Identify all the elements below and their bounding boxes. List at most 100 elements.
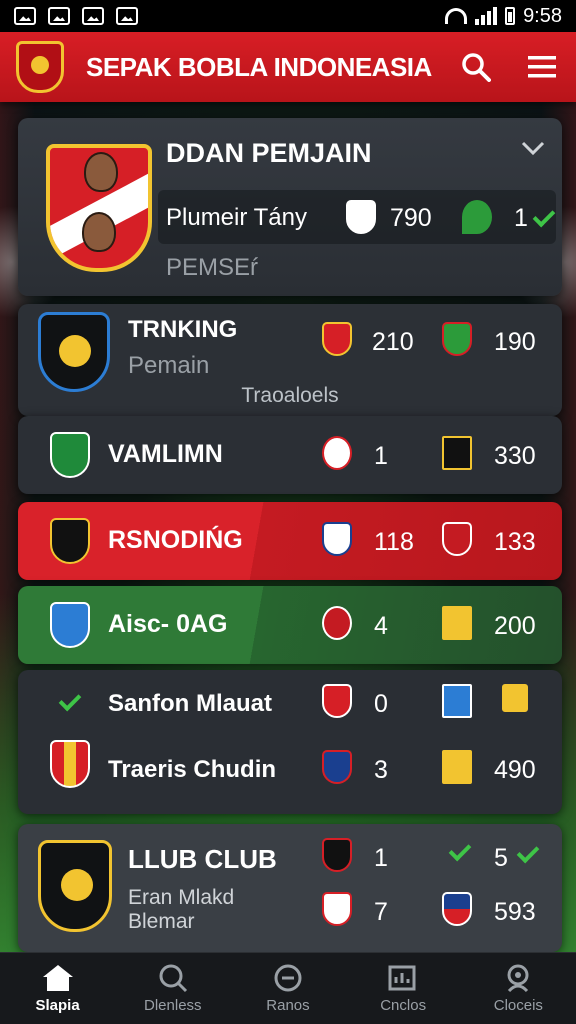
team-row[interactable]: VAMLIMN 1 330 xyxy=(18,416,562,494)
collapse-button[interactable] xyxy=(520,140,546,161)
ball-icon xyxy=(274,964,302,992)
club-badge-icon xyxy=(346,200,376,234)
nav-item-home[interactable]: Slapia xyxy=(3,963,113,1014)
team-row-highlighted[interactable]: Aisc- 0AG 4 200 xyxy=(18,586,562,664)
club-badge-icon xyxy=(322,750,352,784)
check-icon xyxy=(448,838,472,862)
team-crest xyxy=(50,602,90,648)
club-badge-icon xyxy=(322,522,352,556)
section-label: Traoaloels xyxy=(241,384,339,407)
team-stat: 0 xyxy=(374,690,388,718)
team-row-highlighted[interactable]: RSNODIŃG 118 133 xyxy=(18,502,562,580)
player-avatar xyxy=(82,212,116,252)
nav-label: Cloceis xyxy=(493,997,543,1014)
player-name: Plumeir Tány xyxy=(166,204,307,231)
team-stat: 1 xyxy=(374,442,388,470)
card-subtitle: PEMSEŕ xyxy=(166,254,259,281)
player-stat: 1 xyxy=(514,204,528,232)
main-content: DDAN PEMJAIN Plumeir Tány 790 1 PEMSEŕ T… xyxy=(18,118,562,952)
team-name: RSNODIŃG xyxy=(108,526,243,554)
team-stat: 490 xyxy=(494,756,536,784)
location-pin-icon xyxy=(462,200,492,234)
nav-item-matches[interactable]: Ranos xyxy=(233,963,343,1014)
team-name: Aisc- 0AG xyxy=(108,610,228,638)
signal-icon xyxy=(475,7,498,25)
status-bar: 9:58 xyxy=(0,0,576,32)
club-badge-icon xyxy=(322,322,352,356)
team-name: Sanfon Mlauat xyxy=(108,690,273,717)
club-badge-icon xyxy=(322,838,352,872)
club-subtitle: Eran Mlakd xyxy=(128,886,235,909)
team-stat: 200 xyxy=(494,612,536,640)
team-crest xyxy=(50,518,90,564)
club-subtitle: Blemar xyxy=(128,910,195,933)
ranking-stat: 210 xyxy=(372,328,414,356)
image-notification-icon xyxy=(48,7,70,25)
badge-icon xyxy=(502,684,528,712)
nav-label: Cnclos xyxy=(380,997,427,1014)
app-logo xyxy=(16,41,64,93)
club-crest xyxy=(38,840,112,932)
gallery-notification-icon xyxy=(14,7,36,25)
status-time: 9:58 xyxy=(523,4,562,27)
search-button[interactable] xyxy=(458,49,494,85)
stats-icon xyxy=(388,965,416,991)
wifi-icon xyxy=(445,8,468,24)
club-stat: 593 xyxy=(494,898,536,926)
team-name: Traeris Chudin xyxy=(108,756,277,783)
ranking-title: TRNKING xyxy=(128,316,238,343)
club-title: LLUB CLUB xyxy=(128,844,277,874)
app-title: SEPAK BOBLA INDONEASIA xyxy=(86,51,432,82)
team-crest xyxy=(50,740,90,788)
team-crest xyxy=(38,312,110,392)
ranking-stat: 190 xyxy=(494,328,536,356)
club-badge-icon xyxy=(322,436,352,470)
club-badge-icon xyxy=(442,322,472,356)
team-pair-card[interactable]: Sanfon Mlauat 0 Traeris Chudin 3 490 xyxy=(18,670,562,814)
check-icon xyxy=(532,204,556,228)
club-badge-icon xyxy=(442,606,472,640)
player-row[interactable]: Plumeir Tány 790 1 xyxy=(158,190,556,244)
club-badge-icon xyxy=(442,750,472,784)
club-card[interactable]: LLUB CLUB Eran Mlakd Blemar 1 5 7 593 xyxy=(18,824,562,952)
hamburger-icon xyxy=(528,56,556,78)
club-badge-icon xyxy=(442,436,472,470)
nav-label: Ranos xyxy=(266,997,310,1014)
profile-icon xyxy=(507,964,529,993)
club-badge-icon xyxy=(322,892,352,926)
team-crest-with-players xyxy=(46,144,152,272)
club-badge-icon xyxy=(322,606,352,640)
team-stat: 133 xyxy=(494,528,536,556)
card-title: DDAN PEMJAIN xyxy=(166,138,372,168)
player-header-card[interactable]: DDAN PEMJAIN Plumeir Tány 790 1 PEMSEŕ xyxy=(18,118,562,296)
nav-item-stats[interactable]: Cnclos xyxy=(348,963,458,1014)
search-icon xyxy=(159,964,187,993)
nav-label: Slapia xyxy=(35,997,80,1014)
club-badge-icon xyxy=(442,522,472,556)
app-notification-icon xyxy=(116,7,138,25)
player-stat: 790 xyxy=(390,204,432,232)
nav-label: Dlenless xyxy=(144,997,202,1014)
club-stat: 7 xyxy=(374,898,388,926)
club-stat: 5 xyxy=(494,844,508,872)
search-icon xyxy=(462,53,491,82)
club-badge-icon xyxy=(442,684,472,718)
app-bar: SEPAK BOBLA INDONEASIA xyxy=(0,32,576,102)
battery-icon xyxy=(505,7,516,25)
team-stat: 4 xyxy=(374,612,388,640)
team-name: VAMLIMN xyxy=(108,440,223,468)
check-icon xyxy=(58,688,82,712)
player-avatar xyxy=(84,152,118,192)
nav-item-profile[interactable]: Cloceis xyxy=(463,963,573,1014)
team-stat: 3 xyxy=(374,756,388,784)
menu-button[interactable] xyxy=(524,49,560,85)
nav-item-search[interactable]: Dlenless xyxy=(118,963,228,1014)
team-crest xyxy=(50,432,90,478)
chevron-down-icon xyxy=(521,141,545,156)
bottom-navigation: Slapia Dlenless Ranos Cnclos Cloceis xyxy=(0,952,576,1024)
club-badge-icon xyxy=(442,892,472,926)
team-stat: 118 xyxy=(374,528,414,556)
app-screen: 9:58 SEPAK BOBLA INDONEASIA DDAN PEMJAIN xyxy=(0,0,576,1024)
check-icon xyxy=(516,840,540,864)
club-badge-icon xyxy=(322,684,352,718)
